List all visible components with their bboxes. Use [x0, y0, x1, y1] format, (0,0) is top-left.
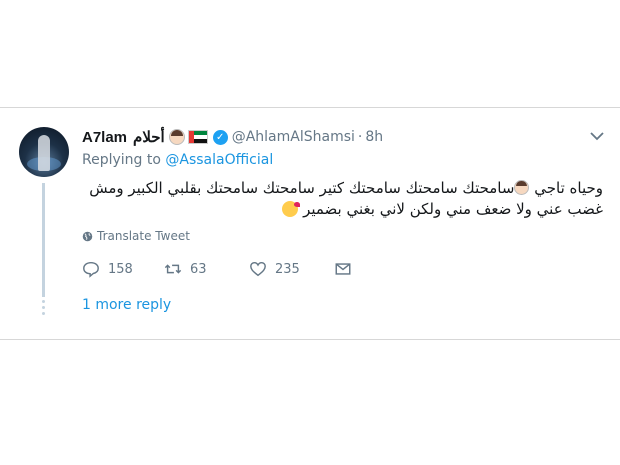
tweet-timestamp[interactable]: 8h [365, 129, 383, 145]
direct-message-button[interactable] [334, 259, 360, 279]
more-replies-link[interactable]: 1 more reply [82, 297, 171, 313]
retweet-count: 63 [190, 261, 207, 277]
translate-tweet-link[interactable]: Translate Tweet [82, 229, 190, 243]
reply-button[interactable]: 158 [82, 259, 133, 279]
display-name[interactable]: A7lam [82, 129, 127, 146]
retweet-button[interactable]: 63 [164, 259, 207, 279]
user-avatar[interactable] [19, 127, 69, 177]
retweet-icon [164, 264, 182, 274]
user-handle[interactable]: @AhlamAlShamsi [232, 129, 355, 145]
bottom-divider [0, 339, 620, 340]
kiss-emoji-icon [282, 201, 301, 217]
verified-badge-icon: ✓ [212, 129, 228, 145]
replying-prefix: Replying to [82, 152, 161, 168]
woman-emoji-icon [514, 180, 530, 195]
replying-to-line: Replying to @AssalaOfficial [82, 152, 273, 168]
tweet-header: A7lam أحلام ✓ @AhlamAlShamsi · 8h [82, 127, 383, 147]
translate-label: Translate Tweet [97, 229, 190, 243]
reply-icon [83, 261, 99, 278]
avatar-figure [38, 135, 50, 171]
like-button[interactable]: 235 [249, 259, 300, 279]
header-separator: · [357, 129, 363, 145]
chevron-down-icon[interactable] [589, 128, 605, 144]
woman-emoji-icon [168, 129, 185, 145]
globe-icon [82, 231, 93, 241]
replying-to-mention[interactable]: @AssalaOfficial [165, 152, 273, 168]
top-divider [0, 107, 620, 108]
thread-connector-line [42, 183, 45, 297]
tweet-text: وحياه تاجي سامحتك سامحتك سامحتك كتير سام… [83, 178, 603, 220]
display-name-arabic[interactable]: أحلام [133, 128, 165, 146]
tweet-text-part1: وحياه تاجي [534, 179, 603, 197]
envelope-icon [335, 263, 351, 275]
uae-flag-icon [187, 130, 208, 144]
heart-icon [250, 261, 266, 277]
like-count: 235 [275, 261, 300, 277]
reply-count: 158 [108, 261, 133, 277]
thread-dots [42, 300, 45, 318]
